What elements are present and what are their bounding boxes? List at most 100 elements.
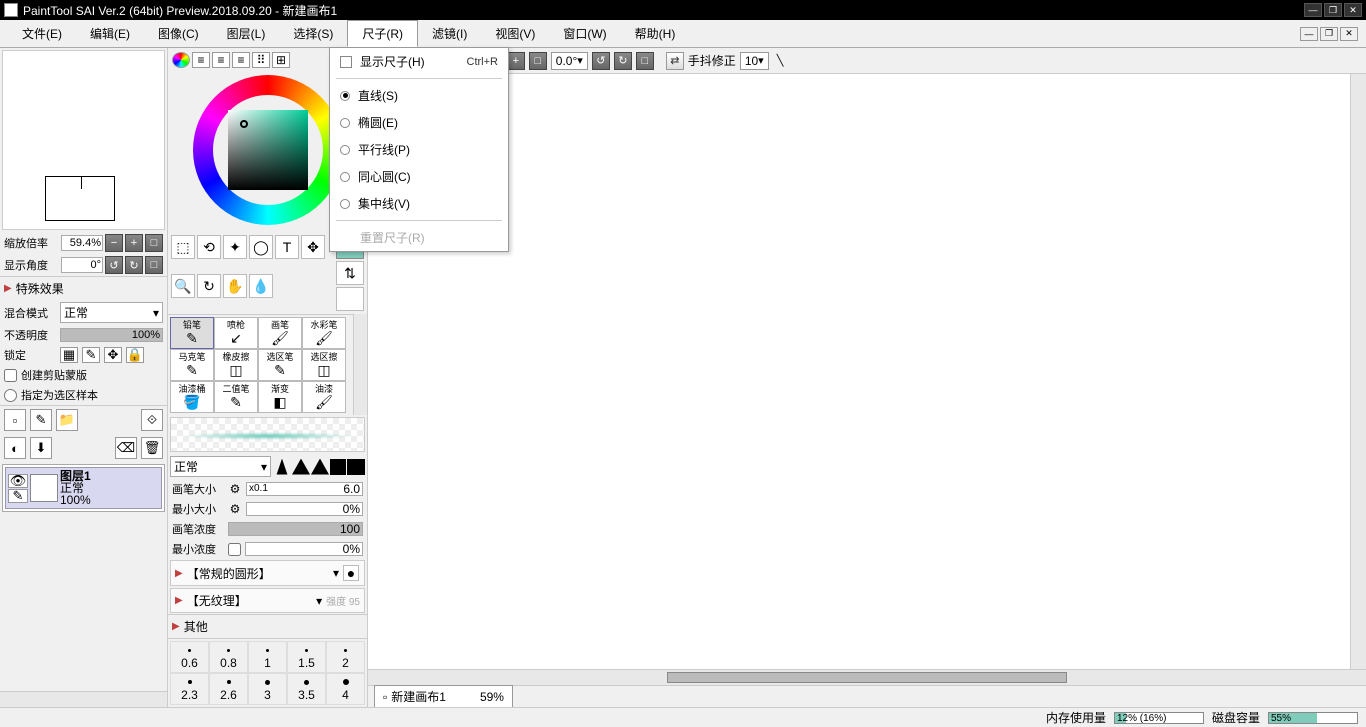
texture-collapsible[interactable]: ▶【无纹理】▾强度 95 xyxy=(170,588,365,613)
size-cell[interactable]: 3.5 xyxy=(287,673,326,705)
lock-move-button[interactable]: ✥ xyxy=(104,347,122,363)
size-cell[interactable]: 3 xyxy=(248,673,287,705)
menu-file[interactable]: 文件(E) xyxy=(8,21,76,46)
rotate-tool[interactable]: ↻ xyxy=(197,274,221,298)
size-cell[interactable]: 0.8 xyxy=(209,641,248,673)
zoom-input[interactable] xyxy=(61,235,103,251)
brush-eraser[interactable]: 橡皮擦◫ xyxy=(214,349,258,381)
size-cell[interactable]: 1.5 xyxy=(287,641,326,673)
new-linework-button[interactable]: ✎ xyxy=(30,409,52,431)
brush-gradient[interactable]: 渐变◧ xyxy=(258,381,302,413)
menu-view[interactable]: 视图(V) xyxy=(481,21,549,46)
menu-show-ruler[interactable]: 显示尺子(H) Ctrl+R xyxy=(330,48,508,75)
brush-selpen[interactable]: 选区笔✎ xyxy=(258,349,302,381)
bg-color-swatch[interactable] xyxy=(336,287,364,311)
min-density-slider[interactable]: 0% xyxy=(245,542,363,556)
min-density-check[interactable] xyxy=(228,543,241,556)
shape-collapsible[interactable]: ▶【常规的圆形】▾● xyxy=(170,560,365,586)
stabilizer-value[interactable]: 10 ▾ xyxy=(740,52,769,70)
navigator-panel[interactable] xyxy=(2,50,165,230)
doc-tab[interactable]: ▫ 新建画布1 59% xyxy=(374,685,513,707)
lasso-tool[interactable]: ⟲ xyxy=(197,235,221,259)
brush-scroll[interactable] xyxy=(353,314,367,415)
zoom-fit-button[interactable]: □ xyxy=(529,52,547,70)
color-gray-button[interactable]: ≡ xyxy=(232,52,250,68)
menu-window[interactable]: 窗口(W) xyxy=(549,21,620,46)
delete-layer-button[interactable]: 🗑 xyxy=(141,437,163,459)
zoom-reset-button[interactable]: □ xyxy=(145,234,163,252)
zoom-in-button[interactable]: + xyxy=(507,52,525,70)
fx-header[interactable]: ▶特殊效果 xyxy=(0,276,167,300)
brush-seleraser[interactable]: 选区擦◫ xyxy=(302,349,346,381)
navigator-thumb[interactable] xyxy=(45,176,115,221)
min-size-slider[interactable]: 0% xyxy=(246,502,363,516)
doc-minimize-button[interactable]: — xyxy=(1300,27,1318,41)
menu-select[interactable]: 选择(S) xyxy=(279,21,347,46)
rotate-ccw-button[interactable]: ↺ xyxy=(105,256,123,274)
zoom-in-button[interactable]: + xyxy=(125,234,143,252)
angle-display[interactable]: 0.0° ▾ xyxy=(551,52,588,70)
angle-input[interactable] xyxy=(61,257,103,273)
blend-mode-select[interactable]: 正常▾ xyxy=(60,302,163,323)
menu-help[interactable]: 帮助(H) xyxy=(621,21,690,46)
layer-row[interactable]: 👁 ✎ 图层1 正常 100% xyxy=(5,467,162,509)
new-folder-button[interactable]: 📁 xyxy=(56,409,78,431)
left-hscroll[interactable] xyxy=(0,691,167,707)
link-icon[interactable]: ⚙ xyxy=(228,482,242,496)
clip-checkbox[interactable] xyxy=(4,369,17,382)
size-cell[interactable]: 4 xyxy=(326,673,365,705)
doc-close-button[interactable]: ✕ xyxy=(1340,27,1358,41)
brush-bucket[interactable]: 油漆桶🪣 xyxy=(170,381,214,413)
doc-maximize-button[interactable]: ❐ xyxy=(1320,27,1338,41)
color-rgb-button[interactable]: ≡ xyxy=(192,52,210,68)
size-cell[interactable]: 2 xyxy=(326,641,365,673)
menu-layer[interactable]: 图层(L) xyxy=(213,21,280,46)
menu-filter[interactable]: 滤镜(I) xyxy=(418,21,481,46)
brush-tips[interactable] xyxy=(273,459,365,475)
size-cell[interactable]: 1 xyxy=(248,641,287,673)
shape-tool[interactable]: ◯ xyxy=(249,235,273,259)
size-cell[interactable]: 2.3 xyxy=(170,673,209,705)
move-tool[interactable]: ✥ xyxy=(301,235,325,259)
brush-marker[interactable]: 马克笔✎ xyxy=(170,349,214,381)
clear-button[interactable]: ⌫ xyxy=(115,437,137,459)
menu-edit[interactable]: 编辑(E) xyxy=(76,21,144,46)
opacity-slider[interactable]: 100% xyxy=(60,328,163,342)
menu-image[interactable]: 图像(C) xyxy=(144,21,213,46)
brush-brush[interactable]: 画笔🖌 xyxy=(258,317,302,349)
maximize-button[interactable]: ❐ xyxy=(1324,3,1342,17)
eye-icon[interactable]: 👁 xyxy=(8,474,28,488)
lock-alpha-button[interactable]: ▦ xyxy=(60,347,78,363)
rotate-ccw-button[interactable]: ↺ xyxy=(592,52,610,70)
lock-all-button[interactable]: 🔒 xyxy=(126,347,144,363)
zoom-out-button[interactable]: − xyxy=(105,234,123,252)
minimize-button[interactable]: — xyxy=(1304,3,1322,17)
other-header[interactable]: ▶其他 xyxy=(168,614,367,638)
menu-ruler[interactable]: 尺子(R) xyxy=(347,20,418,47)
canvas[interactable] xyxy=(368,74,1350,669)
close-button[interactable]: ✕ xyxy=(1344,3,1362,17)
transform-button[interactable]: ⟐ xyxy=(141,409,163,431)
size-cell[interactable]: 2.6 xyxy=(209,673,248,705)
sv-square[interactable] xyxy=(228,110,308,190)
canvas-hscroll[interactable] xyxy=(368,669,1366,685)
ruler-line-icon[interactable]: ╲ xyxy=(773,52,788,70)
color-hsv-button[interactable]: ≡ xyxy=(212,52,230,68)
brush-size-slider[interactable]: x0.16.0 xyxy=(246,482,363,496)
rotate-cw-button[interactable]: ↻ xyxy=(614,52,632,70)
merge-button[interactable]: ⬇ xyxy=(30,437,52,459)
marquee-tool[interactable]: ⬚ xyxy=(171,235,195,259)
menu-ruler-parallel[interactable]: 平行线(P) xyxy=(330,136,508,163)
rotate-reset-button[interactable]: □ xyxy=(636,52,654,70)
menu-ruler-concentric[interactable]: 同心圆(C) xyxy=(330,163,508,190)
link-icon[interactable]: ⚙ xyxy=(228,502,242,516)
new-layer-button[interactable]: ▫ xyxy=(4,409,26,431)
brush-water[interactable]: 水彩笔🖌 xyxy=(302,317,346,349)
density-slider[interactable]: 100 xyxy=(228,522,363,536)
mask-button[interactable]: ◐ xyxy=(4,437,26,459)
size-cell[interactable]: 0.6 xyxy=(170,641,209,673)
brush-pencil[interactable]: 铅笔✎ xyxy=(170,317,214,349)
brush-binary[interactable]: 二值笔✎ xyxy=(214,381,258,413)
pencil-icon[interactable]: ✎ xyxy=(8,489,28,503)
text-tool[interactable]: T xyxy=(275,235,299,259)
